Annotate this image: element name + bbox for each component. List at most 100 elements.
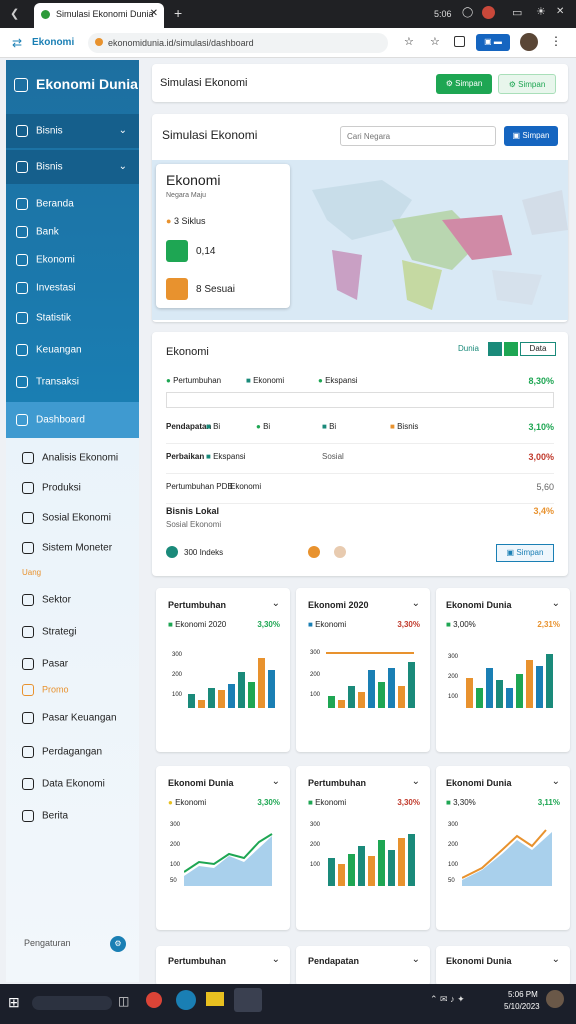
sidebar-item-keuangan[interactable]: Keuangan bbox=[16, 344, 82, 356]
sidebar-active-label: Dashboard bbox=[36, 414, 85, 426]
summary-footer-label: 300 Indeks bbox=[184, 548, 224, 557]
chart-bar bbox=[516, 674, 523, 708]
settings-icon[interactable]: ⚙ bbox=[110, 936, 126, 952]
chevron-down-icon[interactable]: ⌄ bbox=[272, 598, 280, 609]
axis-tick: 50 bbox=[170, 878, 177, 884]
chart-bar bbox=[208, 688, 215, 708]
sidebar-item-investasi[interactable]: Investasi bbox=[16, 282, 75, 294]
sidebar-group-1[interactable]: Bisnis ⌄ bbox=[6, 114, 139, 148]
summary-control-label[interactable]: Dunia bbox=[458, 344, 479, 353]
brand-logo[interactable]: Ekonomi bbox=[32, 37, 74, 48]
search-button[interactable]: ▣ Simpan bbox=[504, 126, 558, 146]
summary-toggle-2[interactable] bbox=[504, 342, 518, 356]
taskview-icon[interactable]: ◫ bbox=[118, 994, 129, 1008]
sidebar-item[interactable]: Sosial Ekonomi bbox=[22, 512, 111, 524]
promo-tag[interactable]: Promo bbox=[22, 684, 69, 696]
sidebar-item-active[interactable]: Dashboard bbox=[6, 402, 139, 438]
windows-icon[interactable]: ⊞ bbox=[8, 994, 20, 1011]
sidebar-item[interactable]: Analisis Ekonomi bbox=[22, 452, 118, 464]
profile-icon[interactable] bbox=[482, 6, 495, 19]
table-row[interactable]: Bisnis Lokal Sosial Ekonomi 3,4% bbox=[166, 504, 554, 534]
sidebar-item-label: Bank bbox=[36, 226, 59, 238]
tray-icons[interactable]: ⌃ ✉ ♪ ✦ bbox=[430, 994, 465, 1005]
minimize-icon[interactable]: ▭ bbox=[512, 6, 522, 19]
sidebar-footer[interactable]: Pengaturan bbox=[24, 938, 71, 948]
menu-icon[interactable]: ⋮ bbox=[550, 34, 562, 48]
table-row[interactable]: Perbaikan ■ Ekspansi Sosial 3,00% bbox=[166, 444, 554, 474]
chevron-down-icon[interactable]: ⌄ bbox=[552, 776, 560, 787]
summary-filter-bar[interactable] bbox=[166, 392, 554, 408]
sidebar-item[interactable]: Pasar Keuangan bbox=[22, 712, 117, 724]
search-input[interactable] bbox=[340, 126, 496, 146]
sidebar-item-transaksi[interactable]: Transaksi bbox=[16, 376, 79, 388]
record-icon[interactable]: ◯ bbox=[462, 7, 473, 18]
browser-tab[interactable]: Simulasi Ekonomi Dunia ✕ bbox=[34, 3, 164, 28]
dashboard-icon bbox=[14, 78, 28, 93]
chart-bar bbox=[358, 846, 365, 886]
back-icon[interactable]: ❮ bbox=[10, 7, 19, 20]
secondary-save-button[interactable]: ⚙ Simpan bbox=[498, 74, 556, 94]
sidebar-item[interactable]: Sektor bbox=[22, 594, 71, 606]
chart-bar bbox=[496, 680, 503, 708]
sidebar-brand: Ekonomi Dunia bbox=[14, 76, 138, 93]
sidebar-item[interactable]: Produksi bbox=[22, 482, 81, 494]
sidebar-item-bank[interactable]: Bank bbox=[16, 226, 59, 238]
sidebar-item-ekonomi[interactable]: Ekonomi bbox=[16, 254, 75, 266]
axis-tick: 300 bbox=[172, 652, 183, 658]
chart-value: 3,30% bbox=[397, 620, 420, 629]
maximize-icon[interactable]: ☀ bbox=[536, 5, 546, 18]
table-row[interactable]: Pendapatan ■ Bi ● Bi ■ Bi ■ Bisnis 3,10% bbox=[166, 414, 554, 444]
chevron-down-icon[interactable]: ⌄ bbox=[272, 954, 280, 965]
orange-stat-icon bbox=[166, 278, 188, 300]
avatar[interactable] bbox=[520, 33, 538, 51]
chart-bar bbox=[536, 666, 543, 708]
row-tag: Bi bbox=[329, 422, 337, 431]
chevron-down-icon[interactable]: ⌄ bbox=[272, 776, 280, 787]
summary-legend-value: 8,30% bbox=[528, 376, 554, 386]
chart-icon bbox=[16, 312, 28, 324]
sidebar-item[interactable]: Pasar bbox=[22, 658, 68, 670]
tabs-icon[interactable] bbox=[454, 36, 465, 47]
extension-icon[interactable]: ☆ bbox=[430, 35, 440, 48]
star-icon[interactable]: ☆ bbox=[404, 35, 414, 48]
active-app-icon[interactable] bbox=[234, 988, 262, 1012]
chart-bar bbox=[388, 850, 395, 886]
chevron-down-icon[interactable]: ⌄ bbox=[412, 776, 420, 787]
row-label: Bisnis Lokal bbox=[166, 506, 220, 516]
close-tab-icon[interactable]: ✕ bbox=[150, 8, 158, 19]
chrome-icon[interactable] bbox=[146, 992, 162, 1008]
table-row[interactable]: Pertumbuhan PDB Ekonomi 5,60 bbox=[166, 474, 554, 504]
sidebar-item[interactable]: Perdagangan bbox=[22, 746, 102, 758]
chart-bar bbox=[338, 700, 345, 708]
taskbar-search[interactable] bbox=[32, 996, 112, 1010]
chart-bar bbox=[368, 670, 375, 708]
page-title: Simulasi Ekonomi bbox=[160, 77, 248, 89]
sidebar-item-label: Keuangan bbox=[36, 344, 82, 356]
sidebar-item[interactable]: Berita bbox=[22, 810, 68, 822]
folder-icon[interactable] bbox=[206, 992, 224, 1006]
chart-value: 3,11% bbox=[537, 798, 560, 807]
sidebar-item[interactable]: Data Ekonomi bbox=[22, 778, 105, 790]
avatar[interactable] bbox=[546, 990, 564, 1008]
close-window-icon[interactable]: ✕ bbox=[556, 6, 564, 17]
row-tag: Bi bbox=[263, 422, 271, 431]
chevron-down-icon[interactable]: ⌄ bbox=[412, 954, 420, 965]
chevron-down-icon[interactable]: ⌄ bbox=[412, 598, 420, 609]
chevron-down-icon[interactable]: ⌄ bbox=[552, 598, 560, 609]
summary-save-button[interactable]: ▣ Simpan bbox=[496, 544, 554, 562]
url-field[interactable]: ekonomidunia.id/simulasi/dashboard bbox=[88, 33, 388, 53]
map-info-heading: Ekonomi bbox=[166, 172, 221, 188]
summary-data-button[interactable]: Data bbox=[520, 342, 556, 356]
sidebar-item-beranda[interactable]: Beranda bbox=[16, 198, 74, 210]
chevron-down-icon[interactable]: ⌄ bbox=[552, 954, 560, 965]
primary-save-button[interactable]: ⚙ Simpan bbox=[436, 74, 492, 94]
new-tab-icon[interactable]: + bbox=[174, 5, 182, 21]
share-button[interactable]: ▣ ▬ bbox=[476, 34, 510, 51]
edge-icon[interactable] bbox=[176, 990, 196, 1010]
summary-toggle-1[interactable] bbox=[488, 342, 502, 356]
sidebar-item-label: Pasar bbox=[42, 658, 69, 670]
sidebar-item-statistik[interactable]: Statistik bbox=[16, 312, 71, 324]
sidebar-item[interactable]: Sistem Moneter bbox=[22, 542, 112, 554]
sidebar-group-2[interactable]: Bisnis ⌄ bbox=[6, 150, 139, 184]
sidebar-item[interactable]: Strategi bbox=[22, 626, 76, 638]
